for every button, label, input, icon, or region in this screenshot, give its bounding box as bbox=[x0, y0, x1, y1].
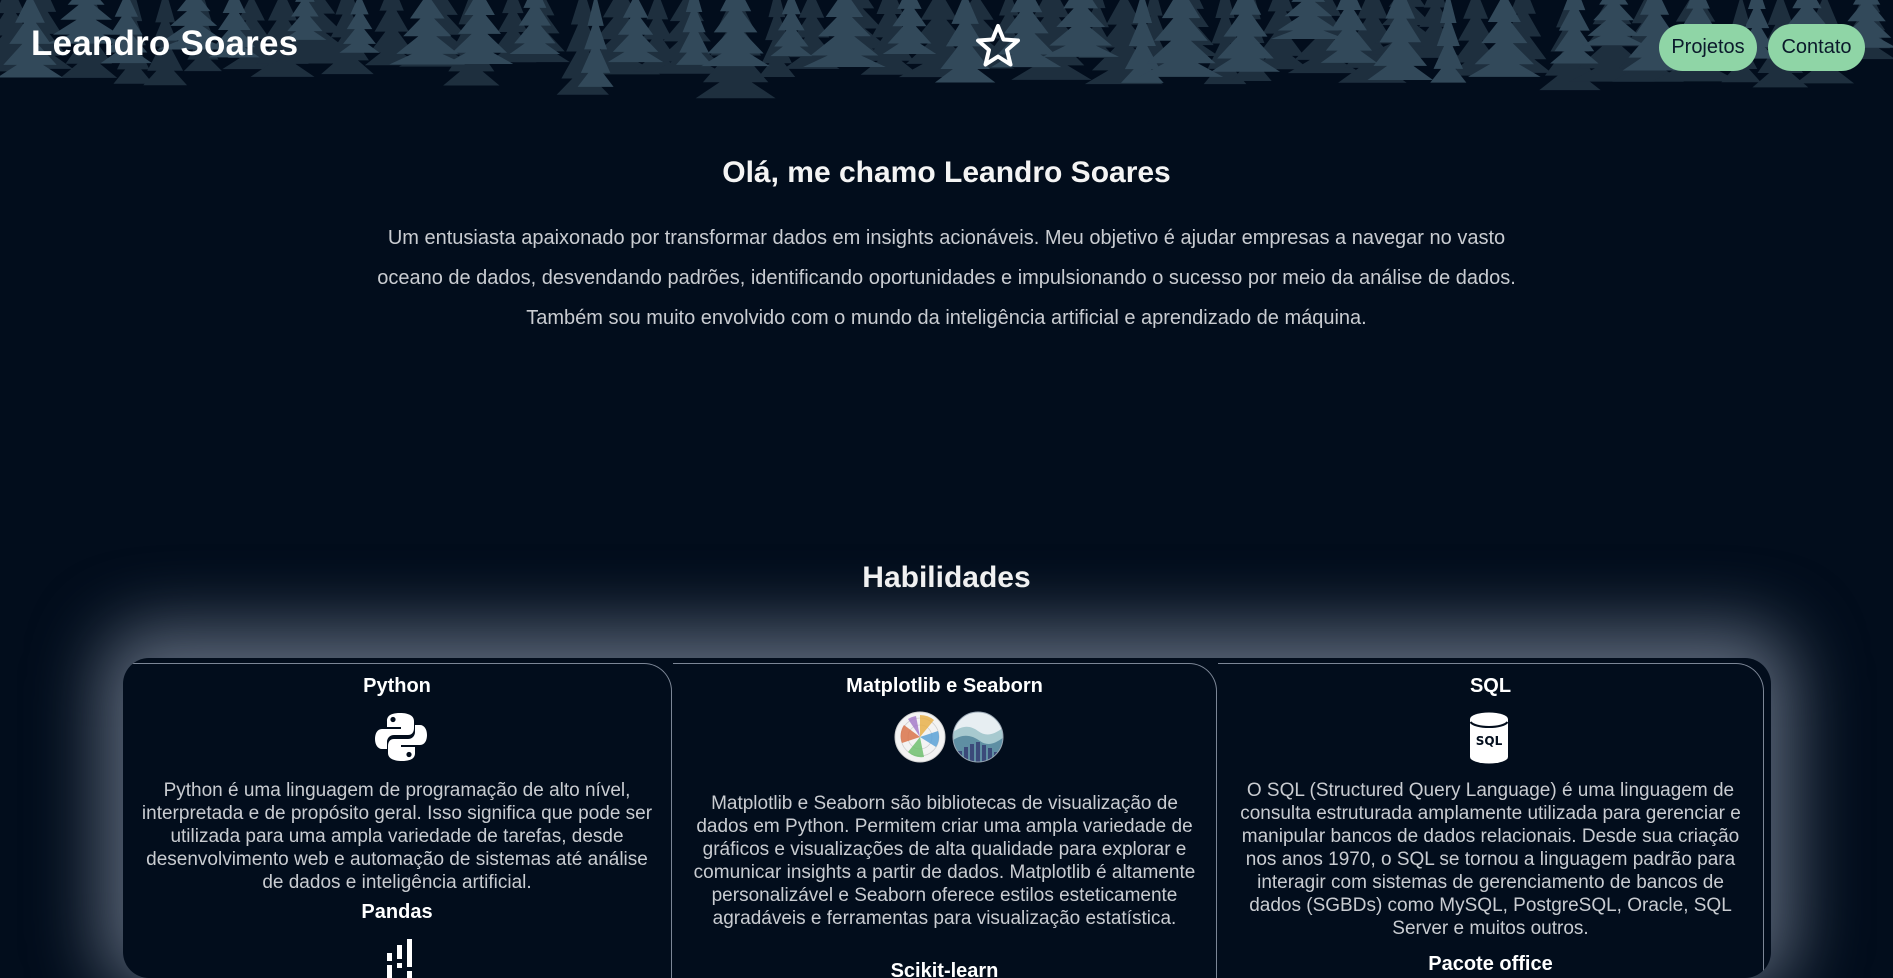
matplotlib-icon bbox=[894, 711, 946, 763]
python-icon bbox=[375, 713, 427, 761]
skill-title: SQL bbox=[1469, 675, 1512, 697]
skill-title: Pandas bbox=[361, 901, 433, 923]
skill-card-python: Python Python é uma linguagem de program… bbox=[123, 663, 672, 978]
skills-title: Habilidades bbox=[862, 561, 1031, 594]
seaborn-icon bbox=[952, 711, 1004, 763]
skills-panel: Python Python é uma linguagem de program… bbox=[123, 658, 1771, 978]
svg-text:SQL: SQL bbox=[1476, 734, 1503, 748]
nav-projetos-button[interactable]: Projetos bbox=[1659, 24, 1757, 71]
hero-text-line: oceano de dados, desvendando padrões, id… bbox=[377, 267, 1516, 289]
skill-description: Python é uma linguagem de programação de… bbox=[141, 780, 653, 893]
hero-title: Olá, me chamo Leandro Soares bbox=[722, 156, 1171, 189]
skill-title: Python bbox=[363, 675, 431, 697]
hero-text-line: Também sou muito envolvido com o mundo d… bbox=[526, 307, 1367, 329]
skill-title: Pacote office bbox=[1428, 953, 1553, 975]
hero-text-line: Um entusiasta apaixonado por transformar… bbox=[387, 227, 1506, 249]
skill-description: O SQL (Structured Query Language) é uma … bbox=[1240, 780, 1741, 939]
skill-card-matplotlib-seaborn: Matplotlib e Seaborn Matplotlib e Seabor… bbox=[673, 663, 1217, 978]
skill-title: Scikit-learn bbox=[890, 960, 999, 978]
pandas-icon bbox=[387, 939, 412, 978]
skill-card-sql: SQL SQL O SQL (Structured Query Language… bbox=[1218, 663, 1764, 978]
nav-contato-button[interactable]: Contato bbox=[1768, 24, 1865, 71]
skill-title: Matplotlib e Seaborn bbox=[846, 675, 1043, 697]
star-outline-icon[interactable] bbox=[974, 22, 1022, 70]
site-name[interactable]: Leandro Soares bbox=[31, 24, 298, 64]
database-sql-icon: SQL bbox=[1469, 712, 1509, 764]
skill-description: Matplotlib e Seaborn são bibliotecas de … bbox=[693, 793, 1196, 929]
site-header: Leandro Soares Projetos Contato bbox=[0, 0, 1893, 100]
